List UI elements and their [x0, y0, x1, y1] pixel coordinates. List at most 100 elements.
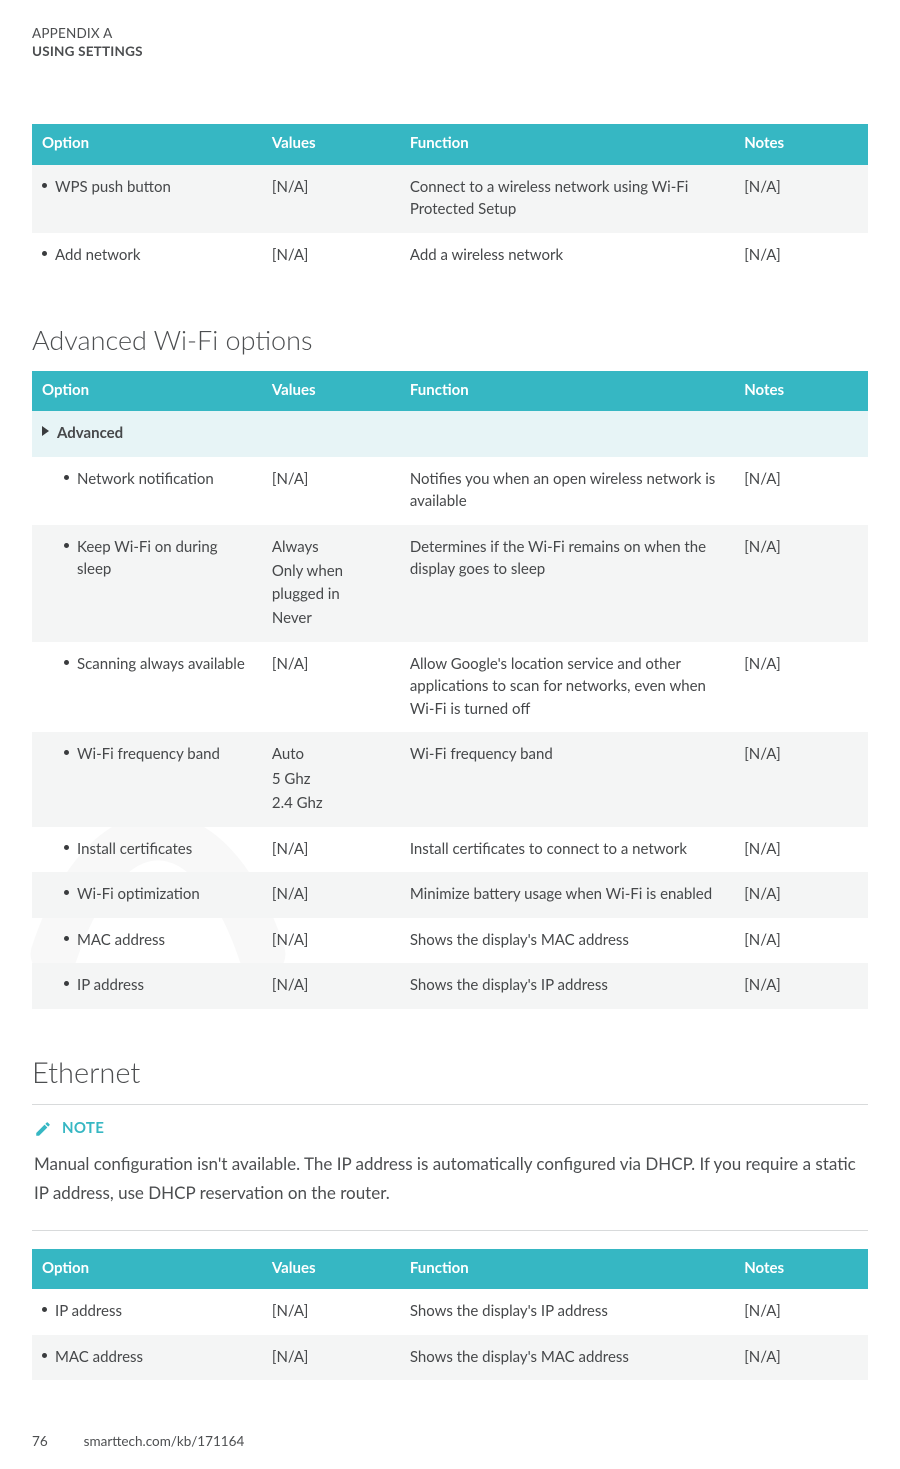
col-notes: Notes	[734, 371, 868, 412]
table-row: IP address [N/A] Shows the display's IP …	[32, 963, 868, 1009]
notes-cell: [N/A]	[734, 165, 868, 233]
table-row: Add network [N/A] Add a wireless network…	[32, 233, 868, 279]
option-label: Wi-Fi optimization	[77, 883, 200, 906]
note-body: Manual configuration isn't available. Th…	[34, 1150, 866, 1208]
function-cell: Minimize battery usage when Wi-Fi is ena…	[400, 872, 734, 918]
function-cell: Notifies you when an open wireless netwo…	[400, 457, 734, 525]
notes-cell: [N/A]	[734, 1289, 868, 1335]
bullet-icon	[64, 750, 69, 755]
values-cell: [N/A]	[272, 929, 390, 952]
notes-cell: [N/A]	[734, 918, 868, 964]
col-notes: Notes	[734, 124, 868, 165]
option-label: Install certificates	[77, 838, 192, 861]
table-row: Network notification [N/A] Notifies you …	[32, 457, 868, 525]
values-cell: [N/A]	[272, 653, 390, 676]
function-cell: Shows the display's IP address	[400, 963, 734, 1009]
group-label: Advanced	[57, 422, 123, 445]
col-function: Function	[400, 1249, 734, 1290]
bullet-icon	[64, 660, 69, 665]
col-values: Values	[262, 124, 400, 165]
notes-cell: [N/A]	[734, 732, 868, 827]
table-header-row: Option Values Function Notes	[32, 124, 868, 165]
option-label: WPS push button	[55, 176, 171, 199]
notes-cell: [N/A]	[734, 457, 868, 525]
option-label: Scanning always available	[77, 653, 245, 676]
table-row: Keep Wi-Fi on during sleep Always Only w…	[32, 525, 868, 642]
page-footer: 76 smarttech.com/kb/171164	[32, 1431, 244, 1451]
table-row: Wi-Fi optimization [N/A] Minimize batter…	[32, 872, 868, 918]
bullet-icon	[64, 890, 69, 895]
table-row: WPS push button [N/A] Connect to a wirel…	[32, 165, 868, 233]
appendix-label: APPENDIX A	[32, 24, 868, 42]
notes-cell: [N/A]	[734, 642, 868, 733]
function-cell: Allow Google's location service and othe…	[400, 642, 734, 733]
col-option: Option	[32, 1249, 262, 1290]
option-label: IP address	[55, 1300, 122, 1323]
note-label: NOTE	[62, 1117, 104, 1140]
values-cell: [N/A]	[262, 233, 400, 279]
function-cell: Connect to a wireless network using Wi-F…	[400, 165, 734, 233]
option-label: Wi-Fi frequency band	[77, 743, 220, 766]
values-cell: [N/A]	[272, 838, 390, 861]
col-notes: Notes	[734, 1249, 868, 1290]
col-option: Option	[32, 371, 262, 412]
table-row: IP address [N/A] Shows the display's IP …	[32, 1289, 868, 1335]
option-label: Keep Wi-Fi on during sleep	[77, 536, 252, 581]
bullet-icon	[64, 845, 69, 850]
running-head: APPENDIX A USING SETTINGS	[32, 24, 868, 60]
table-row: Install certificates [N/A] Install certi…	[32, 827, 868, 873]
table-header-row: Option Values Function Notes	[32, 371, 868, 412]
values-cell: [N/A]	[262, 1289, 400, 1335]
note-block: NOTE Manual configuration isn't availabl…	[32, 1104, 868, 1230]
function-cell: Shows the display's MAC address	[400, 1335, 734, 1381]
col-function: Function	[400, 124, 734, 165]
section-title-ethernet: Ethernet	[32, 1051, 868, 1095]
col-option: Option	[32, 124, 262, 165]
table-row: MAC address [N/A] Shows the display's MA…	[32, 1335, 868, 1381]
bullet-icon	[64, 981, 69, 986]
values-cell: [N/A]	[272, 468, 390, 491]
bullet-icon	[42, 1307, 47, 1312]
note-heading: NOTE	[34, 1117, 866, 1140]
notes-cell: [N/A]	[734, 525, 868, 642]
values-cell: [N/A]	[262, 165, 400, 233]
option-label: MAC address	[55, 1346, 143, 1369]
notes-cell: [N/A]	[734, 963, 868, 1009]
table-wifi-advanced: Option Values Function Notes Advanced Ne…	[32, 371, 868, 1009]
notes-cell: [N/A]	[734, 1335, 868, 1381]
option-label: IP address	[77, 974, 144, 997]
function-cell: Install certificates to connect to a net…	[400, 827, 734, 873]
bullet-icon	[64, 543, 69, 548]
col-values: Values	[262, 371, 400, 412]
notes-cell: [N/A]	[734, 872, 868, 918]
values-cell: Auto 5 Ghz 2.4 Ghz	[272, 743, 390, 815]
table-row: MAC address [N/A] Shows the display's MA…	[32, 918, 868, 964]
values-cell: [N/A]	[272, 883, 390, 906]
section-title-wifi-adv: Advanced Wi-Fi options	[32, 320, 868, 361]
col-function: Function	[400, 371, 734, 412]
notes-cell: [N/A]	[734, 233, 868, 279]
bullet-icon	[42, 251, 47, 256]
bullet-icon	[42, 1353, 47, 1358]
function-cell: Shows the display's IP address	[400, 1289, 734, 1335]
appendix-title: USING SETTINGS	[32, 42, 868, 60]
col-values: Values	[262, 1249, 400, 1290]
table-group-row: Advanced	[32, 411, 868, 457]
table-wifi-basic: Option Values Function Notes WPS push bu…	[32, 124, 868, 278]
table-ethernet: Option Values Function Notes IP address …	[32, 1249, 868, 1381]
table-row: Scanning always available [N/A] Allow Go…	[32, 642, 868, 733]
function-cell: Determines if the Wi-Fi remains on when …	[400, 525, 734, 642]
table-header-row: Option Values Function Notes	[32, 1249, 868, 1290]
values-cell: [N/A]	[262, 1335, 400, 1381]
values-cell: [N/A]	[272, 974, 390, 997]
function-cell: Shows the display's MAC address	[400, 918, 734, 964]
option-label: Network notification	[77, 468, 214, 491]
notes-cell: [N/A]	[734, 827, 868, 873]
function-cell: Wi-Fi frequency band	[400, 732, 734, 827]
bullet-icon	[64, 475, 69, 480]
bullet-icon	[42, 183, 47, 188]
option-label: MAC address	[77, 929, 165, 952]
pencil-icon	[34, 1120, 52, 1138]
table-row: Wi-Fi frequency band Auto 5 Ghz 2.4 Ghz …	[32, 732, 868, 827]
option-label: Add network	[55, 244, 141, 267]
